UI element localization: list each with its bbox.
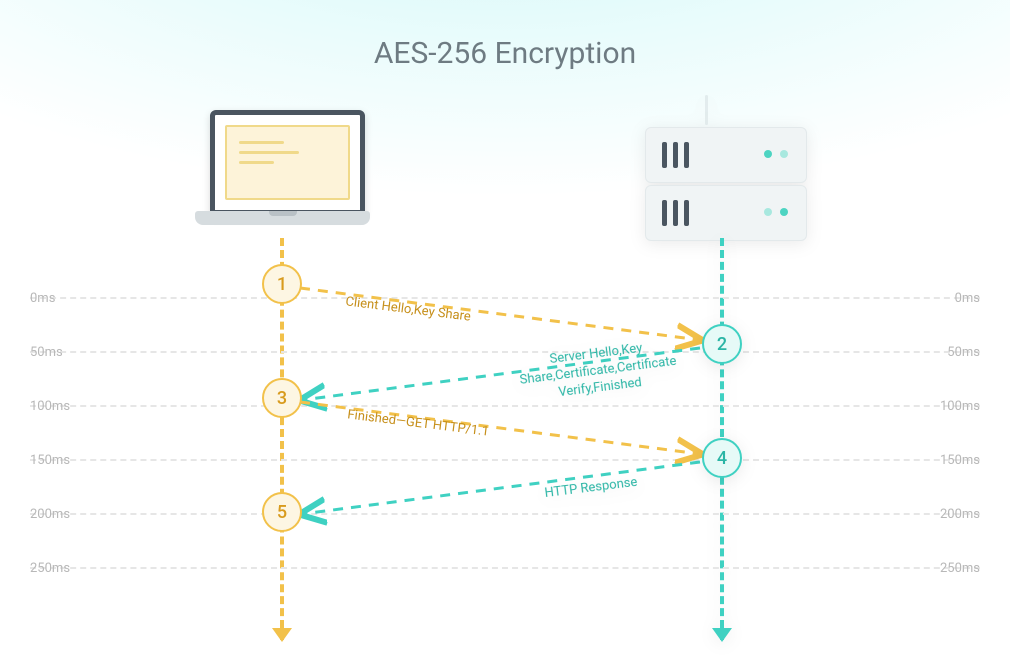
tick-label: 0ms (30, 291, 55, 306)
message-label-2: Server Hello,Key Share,Certificate,Certi… (501, 335, 705, 487)
tick-label: 0ms (955, 291, 980, 306)
tick-label: 150ms (30, 453, 70, 468)
tick-label: 200ms (940, 507, 980, 522)
step-node-4: 4 (702, 438, 742, 478)
step-node-3: 3 (262, 378, 302, 418)
tick-label: 50ms (947, 345, 980, 360)
step-node-2: 2 (702, 324, 742, 364)
tick-label: 100ms (30, 399, 70, 414)
server-rack-icon (645, 105, 805, 235)
tick-label: 200ms (30, 507, 70, 522)
encryption-diagram: 0ms 0ms 50ms 50ms 100ms 100ms 150ms 150ms 20… (0, 0, 1010, 666)
step-node-1: 1 (262, 264, 302, 304)
time-grid: 0ms 0ms 50ms 50ms 100ms 100ms 150ms 150ms 20… (0, 280, 1010, 640)
tick-label: 50ms (30, 345, 63, 360)
message-label-4: HTTP Response (521, 472, 676, 618)
step-node-5: 5 (262, 492, 302, 532)
tick-label: 150ms (940, 453, 980, 468)
client-laptop-icon (195, 110, 370, 235)
tick-label: 250ms (940, 561, 980, 576)
tick-label: 100ms (940, 399, 980, 414)
tick-label: 250ms (30, 561, 70, 576)
